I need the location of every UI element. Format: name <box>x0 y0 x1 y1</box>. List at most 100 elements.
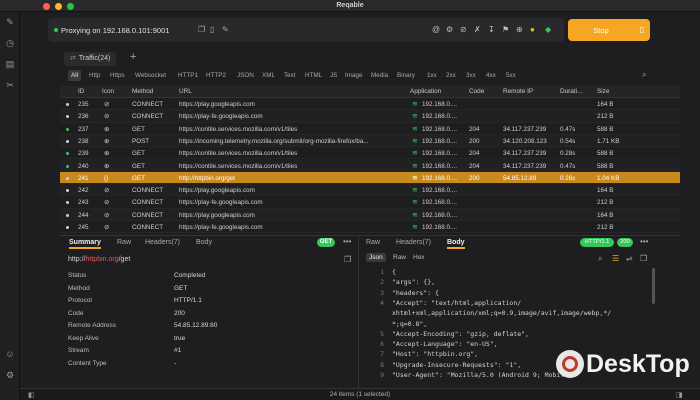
filter-3xx[interactable]: 3xx <box>463 70 479 81</box>
toggle-right-panel-icon[interactable]: ◨ <box>676 391 683 399</box>
tab-headers[interactable]: Headers(7) <box>145 239 180 246</box>
table-row[interactable]: ⊘ ≋ 243 CONNECT https://play-fe.googleapis.c… <box>60 196 680 209</box>
table-row[interactable]: ⊘ ≋ 242 CONNECT https://play.googleapis.com 1… <box>60 184 680 197</box>
body-scrollbar[interactable] <box>652 268 655 304</box>
settings-sliders-icon[interactable]: ⚙ <box>446 25 453 34</box>
code-line: 4 "Accept": "text/html,application/ <box>366 299 656 309</box>
script-icon[interactable]: ⚑ <box>502 25 509 34</box>
format-icon[interactable]: ☰ <box>612 254 619 263</box>
col-application[interactable]: Application <box>410 88 441 95</box>
archive-icon[interactable]: ▤ <box>5 59 15 69</box>
subtab-json[interactable]: Json <box>366 253 386 262</box>
search-icon[interactable]: ⌕ <box>642 70 646 80</box>
phone-icon[interactable]: ▯ <box>210 25 214 34</box>
subtab-hex[interactable]: Hex <box>410 253 428 262</box>
col-icon[interactable]: Icon <box>102 88 114 95</box>
proxy-bar: Proxying on 192.168.0.101:9001 ❐ ▯ ✎ @ ⚙… <box>48 18 564 42</box>
col-code[interactable]: Code <box>469 88 484 95</box>
breakpoint-icon[interactable]: ⊘ <box>460 25 467 34</box>
table-row[interactable]: ⊕ ≋ 240 GET https://contile.services.mozilla… <box>60 159 680 172</box>
compose-icon[interactable]: ✎ <box>5 17 15 27</box>
settings-gear-icon[interactable]: ⚙ <box>5 370 15 380</box>
filter-2xx[interactable]: 2xx <box>443 70 459 81</box>
filter-http[interactable]: Http <box>86 70 104 81</box>
line-text: "args": {}, <box>392 278 436 287</box>
copy-url-icon[interactable]: ❐ <box>344 255 351 264</box>
filter-xml[interactable]: XML <box>259 70 278 81</box>
summary-key: Status <box>68 272 87 279</box>
filter-websocket[interactable]: Websocket <box>132 70 169 81</box>
request-icon: ⊕ <box>104 162 110 170</box>
filter-4xx[interactable]: 4xx <box>483 70 499 81</box>
col-duration[interactable]: Durati... <box>560 88 582 95</box>
edit-icon[interactable]: ✎ <box>222 25 229 34</box>
filter-http1[interactable]: HTTP1 <box>175 70 201 81</box>
col-size[interactable]: Size <box>597 88 609 95</box>
col-method[interactable]: Method <box>132 88 153 95</box>
cell-dur: 0.28s <box>560 150 576 158</box>
more-icon[interactable]: ••• <box>343 237 351 246</box>
tools-icon[interactable]: ✂ <box>5 80 15 90</box>
response-more-icon[interactable]: ••• <box>640 237 648 246</box>
cell-dur: 0.47s <box>560 125 576 133</box>
tab-raw[interactable]: Raw <box>117 239 131 246</box>
filter-http2[interactable]: HTTP2 <box>203 70 229 81</box>
filter-5xx[interactable]: 5xx <box>503 70 519 81</box>
resp-tab-body[interactable]: Body <box>447 239 465 249</box>
table-row[interactable]: ⊘ ≋ 244 CONNECT https://play.googleapis.com 1… <box>60 208 680 221</box>
tab-traffic[interactable]: ⇄ Traffic(24) <box>64 52 117 66</box>
wifi-icon: ≋ <box>412 162 418 170</box>
copy-icon[interactable]: ❐ <box>198 25 205 34</box>
tab-summary[interactable]: Summary <box>69 239 101 249</box>
filter-binary[interactable]: Binary <box>394 70 418 81</box>
account-icon[interactable]: ☺ <box>5 349 15 359</box>
filter-media[interactable]: Media <box>368 70 391 81</box>
at-icon[interactable]: @ <box>432 25 440 34</box>
filter-all[interactable]: All <box>68 70 81 81</box>
cell-method: CONNECT <box>132 187 164 195</box>
request-url: http://httpbin.org/get <box>68 256 130 263</box>
cell-id: 241 <box>78 174 89 182</box>
shield-icon[interactable]: ◆ <box>545 25 551 34</box>
cell-app: 192.168.0.... <box>422 113 458 121</box>
add-tab-button[interactable]: + <box>130 51 136 63</box>
ssl-badge-icon[interactable]: ● <box>530 25 535 34</box>
gateway-icon[interactable]: ↧ <box>488 25 495 34</box>
filter-js[interactable]: JS <box>327 70 340 81</box>
col-remote-ip[interactable]: Remote IP <box>503 88 533 95</box>
search-body-icon[interactable]: ⌕ <box>598 254 602 264</box>
subtab-raw[interactable]: Raw <box>390 253 409 262</box>
cell-method: GET <box>132 162 145 170</box>
table-row[interactable]: {} ≋ 241 GET http://httpbin.org/get 192.168.0… <box>60 171 680 185</box>
filter-https[interactable]: Https <box>107 70 128 81</box>
cell-app: 192.168.0.... <box>422 137 458 145</box>
wifi-icon: ≋ <box>412 187 418 195</box>
mirror-icon[interactable]: ⊕ <box>516 25 523 34</box>
rewrite-icon[interactable]: ✗ <box>474 25 481 34</box>
col-url[interactable]: URL <box>179 88 192 95</box>
panel-divider[interactable] <box>358 235 359 388</box>
filter-html[interactable]: HTML <box>302 70 325 81</box>
table-row[interactable]: ⊘ ≋ 236 CONNECT https://play-fe.googleapis.c… <box>60 110 680 123</box>
filter-image[interactable]: Image <box>342 70 366 81</box>
cell-method: GET <box>132 150 145 158</box>
filter-1xx[interactable]: 1xx <box>424 70 440 81</box>
line-text: "Accept": "text/html,application/ <box>392 298 522 307</box>
table-row[interactable]: ⊘ ≋ 245 CONNECT https://play-fe.googleapis.c… <box>60 221 680 234</box>
filter-text[interactable]: Text <box>281 70 299 81</box>
resp-tab-raw[interactable]: Raw <box>366 239 380 246</box>
col-id[interactable]: ID <box>78 88 84 95</box>
stop-button[interactable]: Stop ▯ <box>568 19 650 41</box>
filter-json[interactable]: JSON <box>234 70 257 81</box>
table-row[interactable]: ⊕ ≋ 239 GET https://contile.services.mozilla… <box>60 147 680 160</box>
table-row[interactable]: ⊕ ≋ 238 POST https://incoming.telemetry.mozi… <box>60 134 680 148</box>
history-icon[interactable]: ◷ <box>5 38 15 48</box>
copy-body-icon[interactable]: ❐ <box>640 254 647 263</box>
table-row[interactable]: ⊕ ≋ 237 GET https://contile.services.mozilla… <box>60 123 680 135</box>
wrap-icon[interactable]: ⇌ <box>626 254 633 263</box>
stop-device-icon: ▯ <box>639 25 644 34</box>
summary-row: Code 200 <box>68 310 358 322</box>
table-row[interactable]: ⊘ ≋ 235 CONNECT https://play.googleapis.com 1… <box>60 98 680 111</box>
tab-body[interactable]: Body <box>196 239 212 246</box>
resp-tab-headers[interactable]: Headers(7) <box>396 239 431 246</box>
